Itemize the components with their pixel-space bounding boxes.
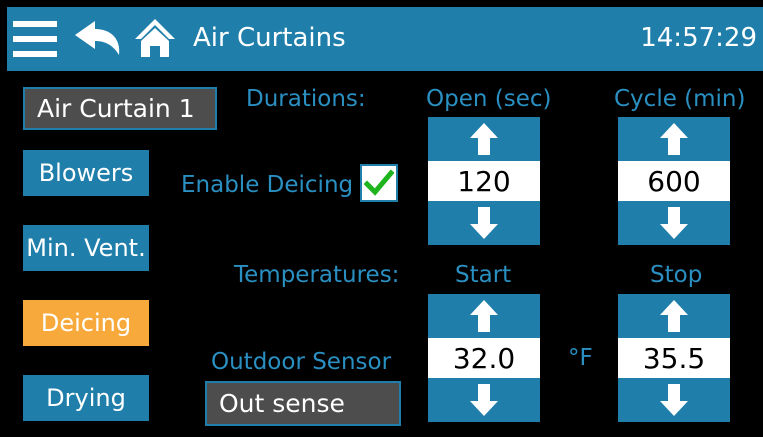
outdoor-sensor-select[interactable]: Out sense [205,381,401,426]
back-arrow-icon[interactable] [73,19,123,63]
arrow-down-icon [660,384,688,416]
arrow-up-icon [470,300,498,332]
temperatures-label: Temperatures: [234,262,400,288]
air-curtain-select[interactable]: Air Curtain 1 [23,87,217,130]
cycle-min-increase-button[interactable] [618,117,730,161]
cycle-min-value[interactable]: 600 [618,161,730,201]
arrow-down-icon [470,207,498,239]
sidebar-item-min-vent[interactable]: Min. Vent. [23,225,149,271]
stop-temp-decrease-button[interactable] [618,378,730,422]
open-sec-stepper: 120 [428,117,540,245]
temperature-unit: °F [568,345,593,371]
stop-temp-value[interactable]: 35.5 [618,338,730,378]
stop-header: Stop [650,262,703,288]
air-curtain-select-value: Air Curtain 1 [37,94,195,123]
start-header: Start [455,262,512,288]
arrow-down-icon [660,207,688,239]
sidebar-item-label: Deicing [40,309,132,337]
clock: 14:57:29 [640,23,757,53]
top-bar: Air Curtains 14:57:29 [7,7,763,71]
menu-icon[interactable] [13,19,57,63]
sidebar-item-label: Blowers [38,159,134,187]
start-temp-stepper: 32.0 [428,294,540,422]
sidebar-item-drying[interactable]: Drying [23,375,149,421]
start-temp-value[interactable]: 32.0 [428,338,540,378]
open-sec-increase-button[interactable] [428,117,540,161]
arrow-up-icon [470,123,498,155]
enable-deicing-checkbox[interactable] [360,164,398,202]
start-temp-increase-button[interactable] [428,294,540,338]
arrow-down-icon [470,384,498,416]
sidebar-item-label: Min. Vent. [26,234,146,262]
stop-temp-increase-button[interactable] [618,294,730,338]
cycle-min-header: Cycle (min) [614,86,746,112]
sidebar-item-deicing[interactable]: Deicing [23,300,149,346]
cycle-min-stepper: 600 [618,117,730,245]
cycle-min-decrease-button[interactable] [618,201,730,245]
home-icon[interactable] [133,17,177,63]
arrow-up-icon [660,300,688,332]
sidebar-item-blowers[interactable]: Blowers [23,150,149,196]
page-title: Air Curtains [193,23,346,53]
outdoor-sensor-label: Outdoor Sensor [211,349,392,375]
open-sec-decrease-button[interactable] [428,201,540,245]
enable-deicing-label: Enable Deicing [181,172,354,198]
start-temp-decrease-button[interactable] [428,378,540,422]
open-sec-value[interactable]: 120 [428,161,540,201]
arrow-up-icon [660,123,688,155]
outdoor-sensor-value: Out sense [219,389,345,418]
open-sec-header: Open (sec) [426,86,552,112]
sidebar-item-label: Drying [46,384,126,412]
stop-temp-stepper: 35.5 [618,294,730,422]
durations-label: Durations: [246,86,366,112]
checkmark-icon [364,169,394,196]
